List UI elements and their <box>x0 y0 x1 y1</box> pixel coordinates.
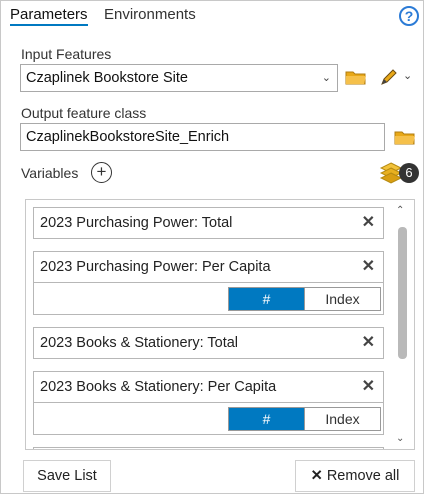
variable-item: 2023 Books & Stationery: Total ✕ <box>33 327 384 359</box>
tab-environments[interactable]: Environments <box>104 6 196 23</box>
scroll-up-icon[interactable]: ⌃ <box>396 205 404 216</box>
close-icon: ✕ <box>310 468 323 484</box>
toggle-count-option[interactable]: # <box>229 408 304 430</box>
geoprocessing-pane: Parameters Environments ? Input Features… <box>0 0 424 494</box>
variable-name: 2023 Purchasing Power: Per Capita <box>40 259 271 275</box>
input-features-dropdown[interactable]: Czaplinek Bookstore Site ⌄ <box>20 64 338 92</box>
chevron-down-icon: ⌄ <box>321 72 331 84</box>
variable-name: 2023 Books & Stationery: Per Capita <box>40 379 277 395</box>
pencil-edit-icon[interactable] <box>379 67 401 87</box>
toggle-index-option[interactable]: Index <box>304 288 380 310</box>
browse-folder-icon[interactable] <box>394 129 416 145</box>
variable-item: 2023 Purchasing Power: Total ✕ <box>33 207 384 239</box>
variable-count-badge: 6 <box>399 163 419 183</box>
variable-item: 2023 Purchasing Power: Per Capita ✕ # In… <box>33 251 384 315</box>
output-feature-class-input[interactable]: CzaplinekBookstoreSite_Enrich <box>20 123 385 151</box>
output-feature-class-label: Output feature class <box>21 105 147 121</box>
browse-folder-icon[interactable] <box>345 69 367 85</box>
variables-label: Variables <box>21 165 79 181</box>
remove-all-button[interactable]: ✕ Remove all <box>295 460 415 492</box>
toggle-count-option[interactable]: # <box>229 288 304 310</box>
variable-name: 2023 Books & Stationery: Total <box>40 335 239 351</box>
variable-item: 2023 Books & Stationery: Per Capita ✕ # … <box>33 371 384 435</box>
input-features-label: Input Features <box>21 46 112 62</box>
variable-list: 2023 Purchasing Power: Total ✕ 2023 Purc… <box>25 199 415 450</box>
remove-variable-icon[interactable]: ✕ <box>362 208 375 238</box>
variable-list-scrollbar[interactable]: ⌃ ⌄ <box>393 201 411 448</box>
value-type-toggle: # Index <box>228 407 381 431</box>
help-icon[interactable]: ? <box>399 6 419 26</box>
remove-all-label: Remove all <box>326 468 400 484</box>
remove-variable-icon[interactable]: ✕ <box>362 252 375 282</box>
value-type-toggle: # Index <box>228 287 381 311</box>
input-features-value: Czaplinek Bookstore Site <box>26 70 188 86</box>
variable-item-partial <box>33 447 384 449</box>
remove-variable-icon[interactable]: ✕ <box>362 328 375 358</box>
save-list-button[interactable]: Save List <box>23 460 111 492</box>
tab-parameters[interactable]: Parameters <box>10 6 88 26</box>
remove-variable-icon[interactable]: ✕ <box>362 372 375 402</box>
add-variable-icon[interactable]: + <box>91 162 112 183</box>
toggle-index-option[interactable]: Index <box>304 408 380 430</box>
pencil-dropdown-chevron-icon[interactable]: ⌄ <box>403 69 412 82</box>
scrollbar-thumb[interactable] <box>398 227 407 359</box>
variable-name: 2023 Purchasing Power: Total <box>40 215 233 231</box>
scroll-down-icon[interactable]: ⌄ <box>396 433 404 444</box>
